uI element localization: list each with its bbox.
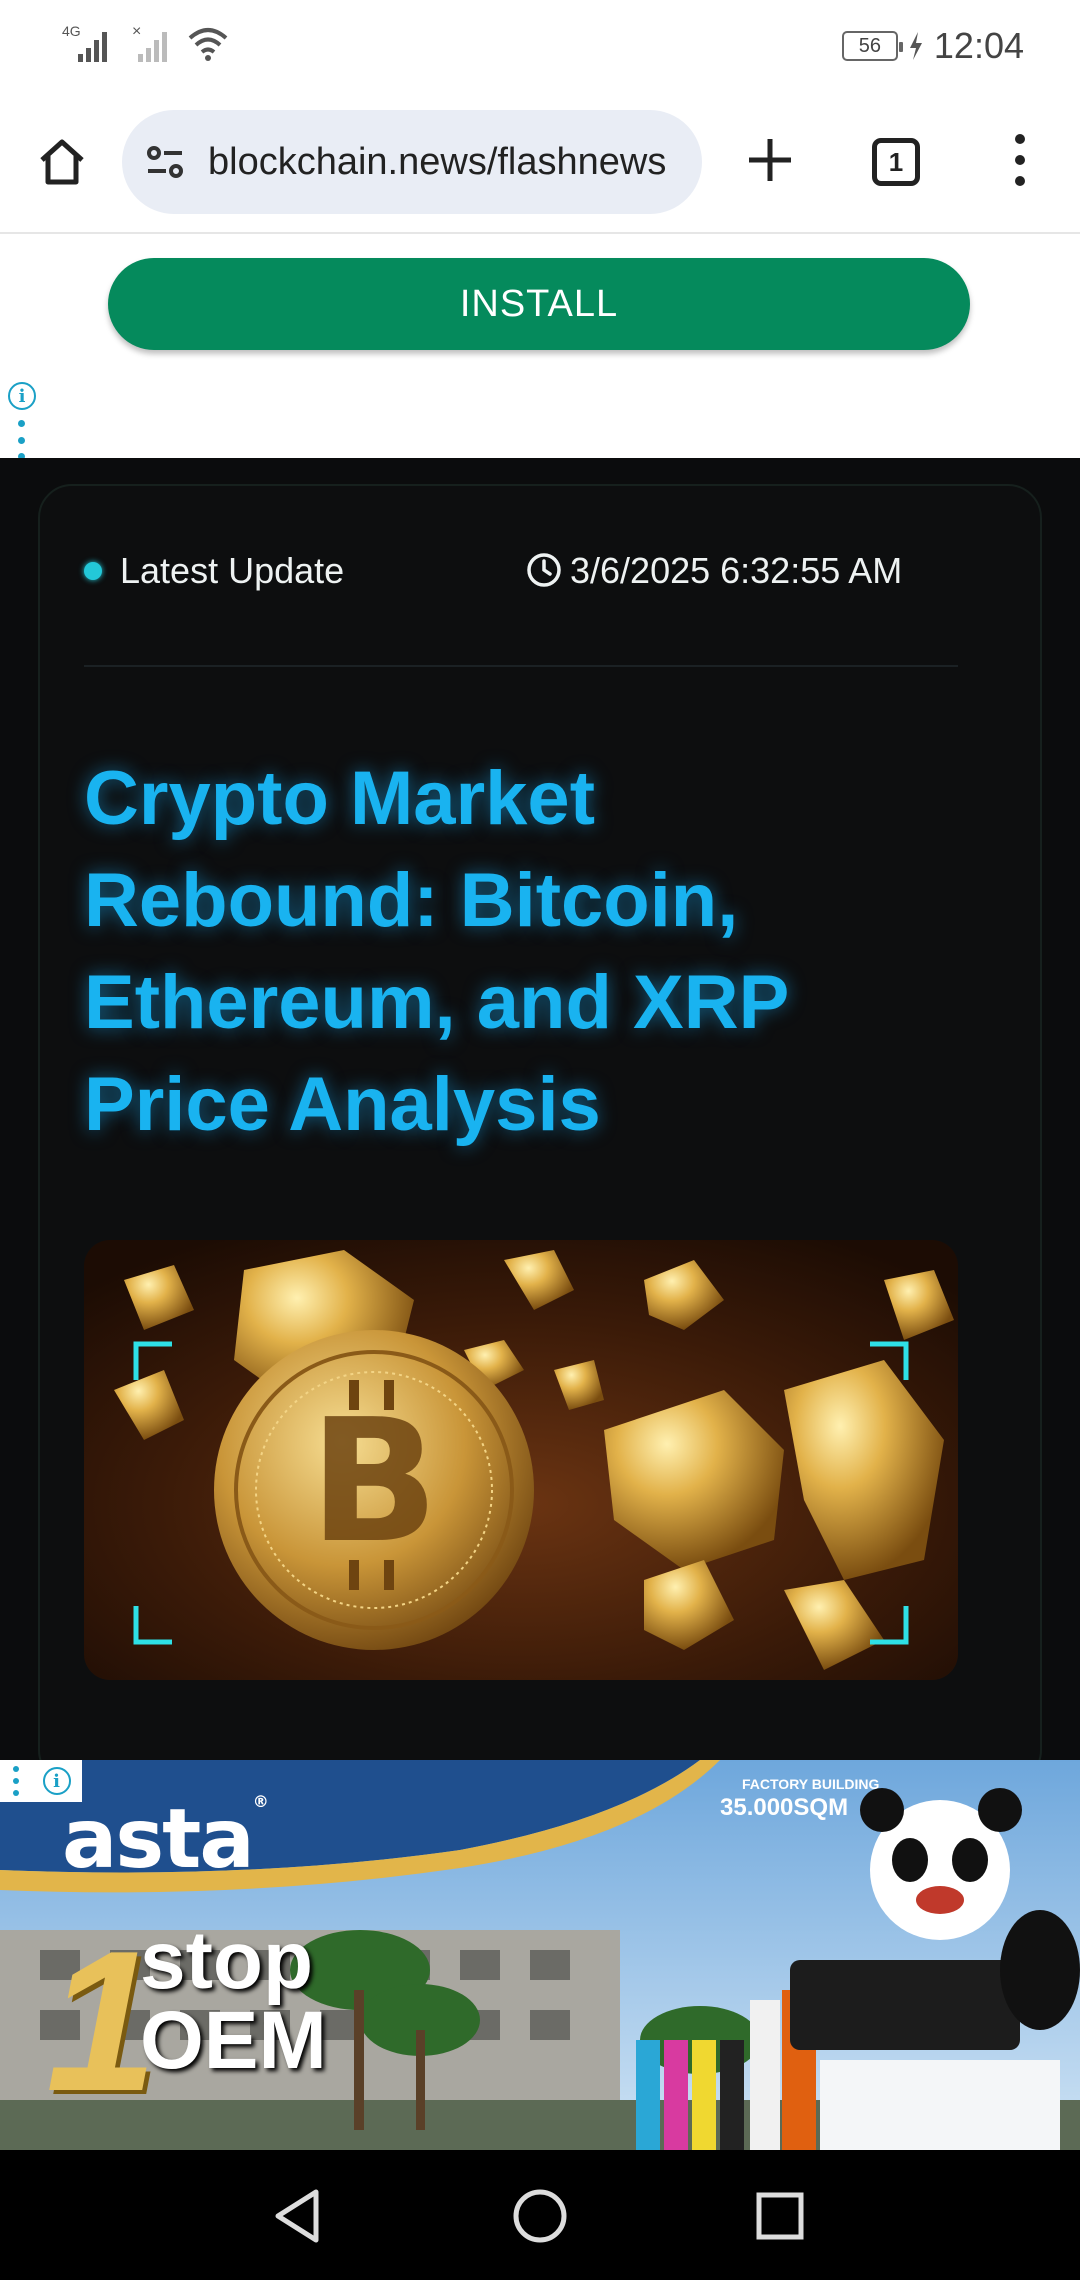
install-button[interactable]: INSTALL [108,258,970,350]
system-navigation-bar [0,2150,1080,2280]
ad-options-icon[interactable] [16,420,26,460]
clock-icon [527,553,561,587]
bottom-ad-banner[interactable]: i asta® FACTORY BUILDING 35.000SQM 1 sto… [0,1760,1080,2150]
network-type-label: 4G [62,23,81,39]
status-bar: 4G × 56 12:04 [0,0,1080,92]
battery-level: 56 [858,34,882,57]
wifi-icon [188,28,228,61]
back-icon [275,2189,319,2243]
back-button[interactable] [258,2176,338,2256]
url-text[interactable]: blockchain.news/flashnews [208,141,666,184]
menu-dot-icon [1015,154,1025,165]
browser-toolbar: blockchain.news/flashnews 1 [0,92,1080,234]
charging-bolt-icon [909,32,922,60]
menu-dot-icon [1015,133,1025,144]
home-button[interactable] [30,130,94,194]
article-hero-image: B [84,1240,958,1680]
tab-count: 1 [888,146,904,177]
tab-switcher-button[interactable]: 1 [872,138,920,186]
signal-4g-icon: 4G [62,23,107,62]
top-ad-banner: INSTALL i [0,234,1080,460]
address-bar[interactable]: blockchain.news/flashnews [122,110,702,214]
status-icons-right: 56 12:04 [841,22,1024,70]
bitcoin-gold-image: B [84,1240,958,1680]
recents-square-icon [756,2192,804,2240]
status-icons-left: 4G × [62,22,230,64]
signal-no-sim-icon: × [132,23,167,62]
plus-icon [749,139,791,181]
site-settings-icon[interactable] [142,138,190,186]
article-title: Crypto Market Rebound: Bitcoin, Ethereum… [84,756,788,1147]
ad-info-icon[interactable]: i [42,1767,71,1795]
meta-divider [84,665,958,667]
home-circle-icon [513,2189,567,2243]
slogan-line1: stop [140,1915,314,2006]
home-icon [40,139,84,185]
new-tab-button[interactable] [738,128,802,192]
factory-size: 35.000SQM [720,1794,849,1821]
home-nav-button[interactable] [500,2176,580,2256]
battery-icon: 56 [841,31,903,61]
menu-dot-icon [1015,176,1025,187]
factory-label: FACTORY BUILDING [742,1776,880,1792]
registered-mark: ® [252,1792,269,1811]
browser-menu-button[interactable] [1000,128,1040,192]
slogan-line2: OEM [140,1995,327,2086]
ad-info-icon[interactable]: i [8,382,36,410]
ad-brand-name: asta [62,1792,255,1887]
publish-timestamp: 3/6/2025 6:32:55 AM [570,550,903,591]
article-meta: Latest Update 3/6/2025 6:32:55 AM [84,546,958,594]
live-dot-icon [84,562,102,580]
svg-text:B: B [309,1383,439,1581]
clock-time: 12:04 [933,25,1024,66]
ad-options-icon[interactable] [12,1766,20,1796]
svg-text:×: × [132,23,141,40]
ad-brand-logo: asta® [62,1792,269,1887]
latest-update-label: Latest Update [120,550,345,591]
recents-button[interactable] [740,2176,820,2256]
article-page: Latest Update 3/6/2025 6:32:55 AM Crypto… [0,458,1080,1784]
